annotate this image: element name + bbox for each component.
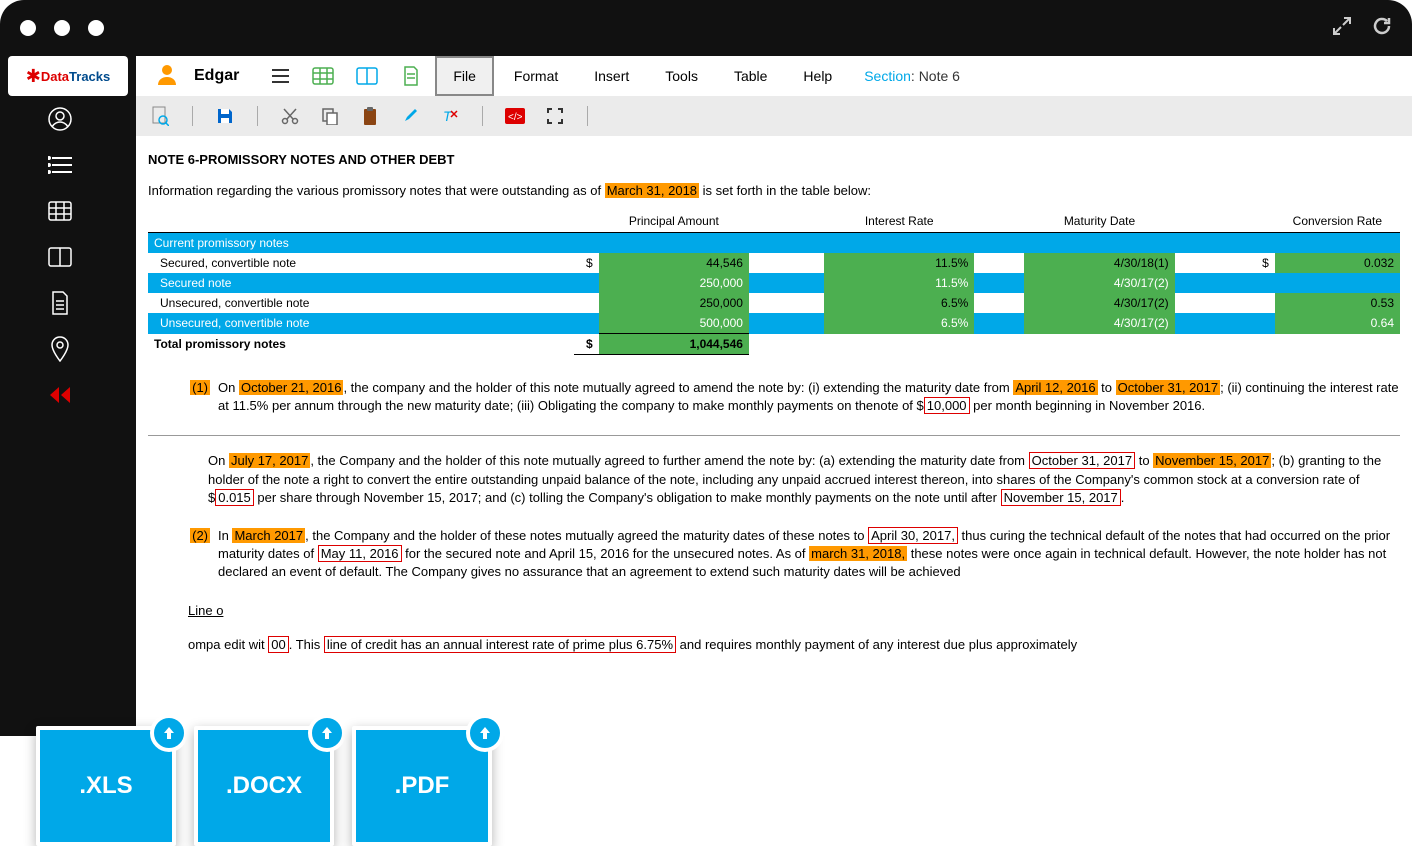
toolbar-doc-icon[interactable] <box>391 61 431 91</box>
copy-icon[interactable] <box>318 104 342 128</box>
doc-intro: Information regarding the various promis… <box>148 183 1400 198</box>
note-p2: On July 17, 2017, the Company and the ho… <box>148 452 1400 507</box>
user-icon <box>156 63 178 90</box>
table-row: Unsecured, convertible note500,0006.5%4/… <box>148 313 1400 334</box>
clear-format-icon[interactable]: T <box>438 104 462 128</box>
th-conversion: Conversion Rate <box>1275 210 1400 233</box>
logo: ✱ DataTracks <box>8 56 128 96</box>
upload-arrow-icon <box>308 714 346 752</box>
paste-icon[interactable] <box>358 104 382 128</box>
refresh-icon[interactable] <box>1372 16 1392 41</box>
columns-icon[interactable] <box>47 244 73 270</box>
document-icon[interactable] <box>47 290 73 316</box>
upload-xls[interactable]: .XLS <box>36 726 176 846</box>
document-body: NOTE 6-PROMISSORY NOTES AND OTHER DEBT I… <box>136 136 1412 670</box>
fullscreen-icon[interactable] <box>543 104 567 128</box>
menu-help[interactable]: Help <box>787 58 848 94</box>
toolbar-grid-icon[interactable] <box>303 61 343 91</box>
svg-text:</>: </> <box>508 112 523 123</box>
menu-format[interactable]: Format <box>498 58 574 94</box>
table-row: Secured note250,00011.5%4/30/17(2) <box>148 273 1400 293</box>
content-area: Edgar File Format Insert Tools Table Hel… <box>136 56 1412 736</box>
promissory-table: Principal Amount Interest Rate Maturity … <box>148 210 1400 355</box>
menu-bar: Edgar File Format Insert Tools Table Hel… <box>136 56 1412 96</box>
menu-tools[interactable]: Tools <box>649 58 714 94</box>
window-dot-3[interactable] <box>88 20 104 36</box>
upload-arrow-icon <box>150 714 188 752</box>
th-maturity: Maturity Date <box>1024 210 1174 233</box>
loc-title: Line o <box>188 602 223 620</box>
note-2-num: (2) <box>190 528 210 543</box>
toolbar-columns-icon[interactable] <box>347 61 387 91</box>
menu-file[interactable]: File <box>435 56 494 96</box>
paintbrush-icon[interactable] <box>398 104 422 128</box>
toolbar: T </> <box>136 96 1412 136</box>
user-circle-icon[interactable] <box>47 106 73 132</box>
date-highlight: March 31, 2018 <box>605 183 699 198</box>
titlebar <box>0 0 1412 56</box>
doc-title: NOTE 6-PROMISSORY NOTES AND OTHER DEBT <box>148 152 1400 167</box>
cut-icon[interactable] <box>278 104 302 128</box>
upload-docx[interactable]: .DOCX <box>194 726 334 846</box>
total-label: Total promissory notes <box>148 334 574 355</box>
table-row: Unsecured, convertible note250,0006.5%4/… <box>148 293 1400 313</box>
table-section-current: Current promissory notes <box>148 233 1400 254</box>
save-icon[interactable] <box>213 104 237 128</box>
note-2-text: In March 2017, the Company and the holde… <box>218 527 1400 582</box>
window-dot-2[interactable] <box>54 20 70 36</box>
window-dot-1[interactable] <box>20 20 36 36</box>
th-principal: Principal Amount <box>599 210 749 233</box>
table-row: Secured, convertible note$44,54611.5%4/3… <box>148 253 1400 273</box>
find-icon[interactable] <box>148 104 172 128</box>
list-icon[interactable] <box>47 152 73 178</box>
upload-cards: .XLS .DOCX .PDF <box>36 726 492 846</box>
grid-icon[interactable] <box>47 198 73 224</box>
note-1-text: On October 21, 2016, the company and the… <box>218 379 1400 415</box>
logo-data: Data <box>41 69 69 84</box>
upload-arrow-icon <box>466 714 504 752</box>
location-icon[interactable] <box>47 336 73 362</box>
code-icon[interactable]: </> <box>503 104 527 128</box>
brand-name: Edgar <box>194 67 239 85</box>
menu-insert[interactable]: Insert <box>578 58 645 94</box>
menu-table[interactable]: Table <box>718 58 783 94</box>
loc-text: ompa edit wit 00. This line of credit ha… <box>148 636 1400 654</box>
sidebar <box>0 96 120 408</box>
toolbar-list-icon[interactable] <box>259 61 299 91</box>
th-interest: Interest Rate <box>824 210 974 233</box>
logo-tracks: Tracks <box>69 69 110 84</box>
section-label: Section: Note 6 <box>864 68 960 84</box>
rewind-icon[interactable] <box>47 382 73 408</box>
note-1-num: (1) <box>190 380 210 395</box>
expand-icon[interactable] <box>1332 16 1352 41</box>
upload-pdf[interactable]: .PDF <box>352 726 492 846</box>
notes-section: (1) On October 21, 2016, the company and… <box>148 379 1400 654</box>
